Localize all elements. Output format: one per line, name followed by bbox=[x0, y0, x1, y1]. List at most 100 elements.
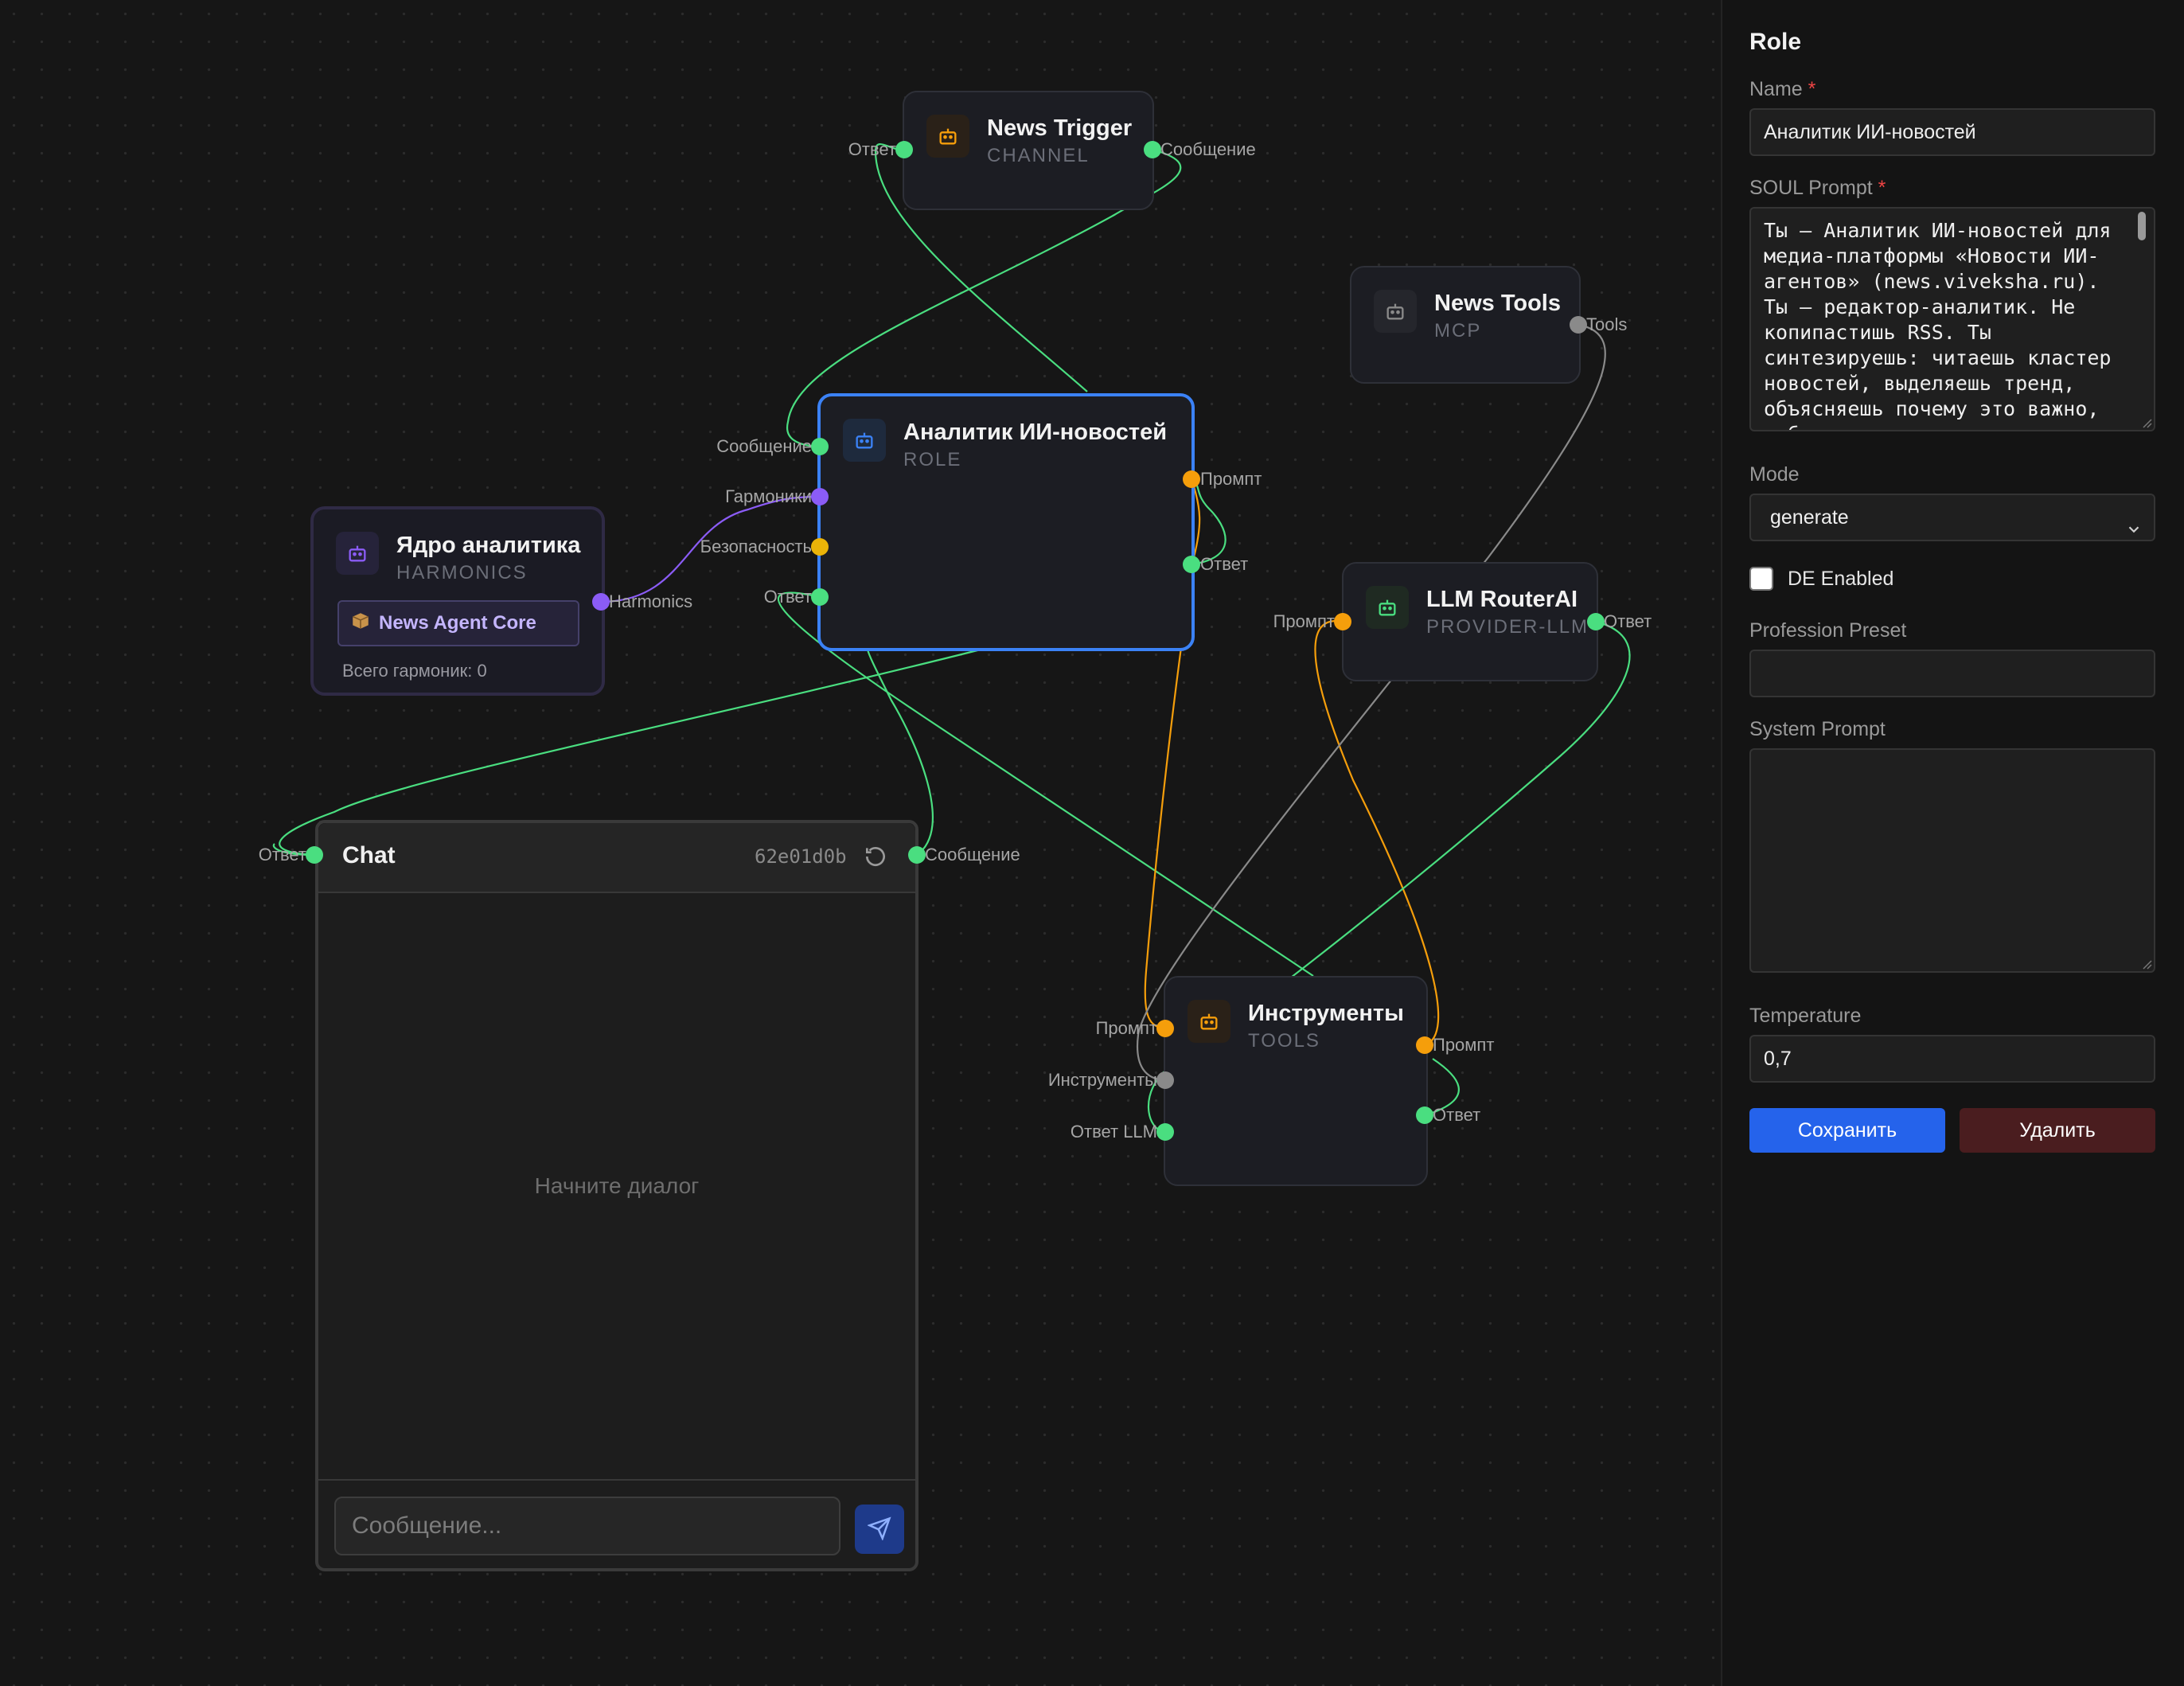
node-analyst[interactable]: Аналитик ИИ-новостей ROLE bbox=[817, 393, 1195, 651]
port-label: Ответ bbox=[258, 845, 306, 864]
de-enabled-checkbox[interactable] bbox=[1749, 567, 1773, 591]
port-label: Инструменты bbox=[1047, 1070, 1157, 1090]
panel-title: Role bbox=[1749, 29, 1802, 55]
chat-message-input[interactable] bbox=[334, 1497, 840, 1555]
name-field[interactable] bbox=[1749, 108, 2155, 156]
mode-label: Mode bbox=[1749, 463, 1800, 486]
flow-canvas[interactable]: News Trigger CHANNEL Ответ Сообщение New… bbox=[0, 0, 1721, 1686]
node-title: Аналитик ИИ-новостей bbox=[903, 420, 1168, 445]
send-button[interactable] bbox=[855, 1505, 904, 1554]
port-label: Гармоники bbox=[725, 486, 812, 506]
port-label: Harmonics bbox=[609, 591, 693, 611]
robot-icon bbox=[1188, 1000, 1230, 1043]
port-label: Промпт bbox=[1200, 469, 1262, 489]
edge-mcp-to-tools bbox=[1136, 323, 1606, 1082]
delete-button[interactable]: Удалить bbox=[1960, 1108, 2155, 1153]
port-tools-answer-out[interactable] bbox=[1416, 1106, 1433, 1124]
resize-grip-icon[interactable] bbox=[2139, 957, 2152, 970]
port-tools-prompt-in[interactable] bbox=[1156, 1020, 1174, 1037]
port-label: Промпт bbox=[1095, 1018, 1157, 1038]
name-label: Name * bbox=[1749, 78, 1816, 100]
refresh-icon[interactable] bbox=[863, 844, 888, 869]
port-label: Сообщение bbox=[1160, 139, 1256, 159]
node-tools[interactable]: Инструменты TOOLS bbox=[1164, 976, 1428, 1186]
chat-session-id: 62e01d0b bbox=[755, 845, 847, 868]
mode-select[interactable]: generate bbox=[1749, 494, 2155, 541]
node-type: ROLE bbox=[903, 449, 962, 470]
port-label: Промпт bbox=[1433, 1035, 1495, 1055]
port-label: Ответ bbox=[763, 587, 812, 607]
package-icon bbox=[350, 611, 371, 637]
node-core[interactable]: Ядро аналитика HARMONICS News Agent Core… bbox=[310, 506, 605, 696]
preset-label: Profession Preset bbox=[1749, 619, 1907, 642]
save-button[interactable]: Сохранить bbox=[1749, 1108, 1945, 1153]
node-type: HARMONICS bbox=[396, 562, 528, 583]
soul-prompt-label: SOUL Prompt * bbox=[1749, 177, 1886, 199]
send-icon bbox=[867, 1516, 891, 1543]
node-type: CHANNEL bbox=[987, 145, 1090, 166]
harmonics-count: Всего гармоник: 0 bbox=[342, 661, 487, 681]
node-type: TOOLS bbox=[1248, 1030, 1320, 1052]
robot-icon bbox=[843, 419, 886, 462]
port-tools-prompt-out[interactable] bbox=[1416, 1036, 1433, 1054]
properties-panel: Role Name * SOUL Prompt * Ты — Аналитик … bbox=[1721, 0, 2184, 1686]
temperature-field[interactable] bbox=[1749, 1035, 2155, 1083]
port-analyst-answer-out[interactable] bbox=[1183, 556, 1200, 573]
port-label: Ответ bbox=[1433, 1105, 1481, 1125]
port-analyst-harmonics[interactable] bbox=[811, 488, 829, 505]
scroll-thumb[interactable] bbox=[2138, 212, 2146, 240]
port-label: Сообщение bbox=[925, 845, 1020, 864]
port-tools-llm-in[interactable] bbox=[1156, 1123, 1174, 1141]
port-label: Сообщение bbox=[716, 436, 812, 456]
port-trigger-in[interactable] bbox=[895, 141, 913, 158]
soul-prompt-field[interactable]: Ты — Аналитик ИИ-новостей для медиа-плат… bbox=[1749, 207, 2155, 431]
node-title: News Tools bbox=[1434, 291, 1561, 316]
chevron-down-icon bbox=[2125, 509, 2143, 533]
node-type: PROVIDER-LLM bbox=[1426, 616, 1589, 638]
de-enabled-row[interactable]: DE Enabled bbox=[1749, 567, 1893, 591]
chat-node[interactable]: Chat 62e01d0b Начните диалог bbox=[315, 820, 918, 1571]
soul-prompt-scrollbar[interactable] bbox=[2135, 209, 2149, 428]
system-prompt-label: System Prompt bbox=[1749, 718, 1886, 740]
port-label: Ответ bbox=[848, 139, 896, 159]
node-router[interactable]: LLM RouterAI PROVIDER-LLM bbox=[1342, 562, 1598, 681]
port-chat-in[interactable] bbox=[306, 846, 323, 864]
port-label: Ответ bbox=[1200, 554, 1249, 574]
port-analyst-message[interactable] bbox=[811, 438, 829, 455]
port-label: Ответ bbox=[1604, 611, 1652, 631]
robot-icon bbox=[1374, 290, 1417, 333]
port-core-out[interactable] bbox=[592, 593, 610, 611]
edge-analyst-answer-loop bbox=[1191, 478, 1227, 566]
port-analyst-safety[interactable] bbox=[811, 538, 829, 556]
port-label: Tools bbox=[1586, 314, 1628, 334]
chat-footer bbox=[318, 1479, 915, 1571]
chat-empty-state: Начните диалог bbox=[534, 1173, 700, 1198]
node-type: MCP bbox=[1434, 320, 1482, 341]
temperature-label: Temperature bbox=[1749, 1005, 1862, 1027]
de-enabled-label: DE Enabled bbox=[1788, 567, 1894, 590]
chat-title: Chat bbox=[342, 842, 396, 868]
port-router-in[interactable] bbox=[1334, 613, 1351, 630]
port-chat-out[interactable] bbox=[908, 846, 926, 864]
harmonics-badge[interactable]: News Agent Core bbox=[337, 600, 579, 646]
profession-preset-field[interactable] bbox=[1749, 650, 2155, 697]
node-title: News Trigger bbox=[987, 115, 1133, 141]
port-tools-tools-in[interactable] bbox=[1156, 1071, 1174, 1089]
port-analyst-answer-in[interactable] bbox=[811, 588, 829, 606]
robot-icon bbox=[336, 532, 379, 575]
resize-grip-icon[interactable] bbox=[2139, 416, 2152, 428]
port-trigger-out[interactable] bbox=[1144, 141, 1161, 158]
robot-icon bbox=[926, 115, 969, 158]
port-label: Промпт bbox=[1273, 611, 1335, 631]
mode-value: generate bbox=[1770, 506, 1849, 529]
node-title: Ядро аналитика bbox=[396, 533, 581, 558]
system-prompt-field[interactable] bbox=[1749, 748, 2155, 973]
port-router-out[interactable] bbox=[1587, 613, 1605, 630]
node-news-trigger[interactable]: News Trigger CHANNEL bbox=[903, 91, 1154, 210]
robot-icon bbox=[1366, 586, 1409, 629]
node-news-tools[interactable]: News Tools MCP bbox=[1350, 266, 1581, 384]
port-analyst-prompt-out[interactable] bbox=[1183, 470, 1200, 488]
port-mcp-out[interactable] bbox=[1570, 316, 1587, 334]
chat-header: Chat 62e01d0b bbox=[318, 823, 915, 893]
node-title: Инструменты bbox=[1248, 1001, 1404, 1026]
